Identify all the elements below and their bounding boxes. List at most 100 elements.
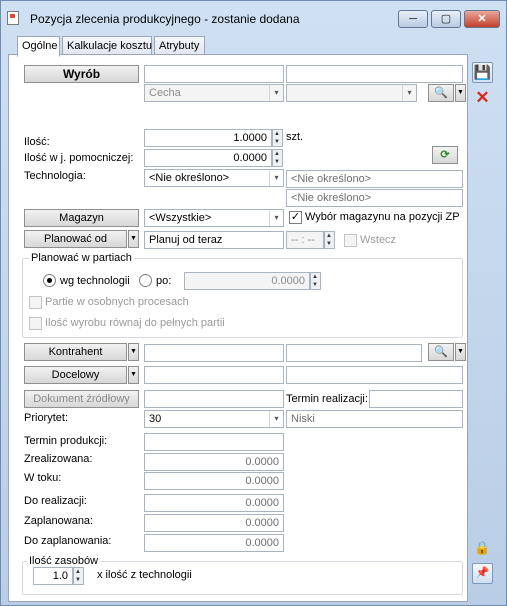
magazyn-button[interactable]: Magazyn (24, 209, 139, 227)
wybor-magazynu-checkbox[interactable]: ✓ (289, 211, 302, 224)
window-title: Pozycja zlecenia produkcyjnego - zostani… (30, 12, 300, 26)
zrealizowana-value: 0.0000 (144, 453, 284, 471)
save-button[interactable]: 💾 (472, 62, 493, 83)
partie-procesy-checkbox[interactable] (29, 296, 42, 309)
ilosc-spinner[interactable] (272, 129, 283, 147)
technologia-info-1: <Nie określono> (286, 170, 463, 188)
kontrahent-code-input[interactable] (144, 344, 284, 362)
pin-icon: 📌 (475, 567, 490, 579)
po-label: po: (156, 275, 172, 287)
wstecz-checkbox[interactable] (344, 234, 357, 247)
wyrob-name-input[interactable] (286, 65, 463, 83)
do-zaplanowania-value: 0.0000 (144, 534, 284, 552)
ilosc-input[interactable]: 1.0000 (144, 129, 272, 147)
kontrahent-button[interactable]: Kontrahent (24, 343, 127, 361)
w-toku-label: W toku: (24, 472, 62, 484)
chevron-down-icon: ▾ (269, 210, 283, 226)
chevron-down-icon: ▾ (269, 85, 283, 101)
lock-button[interactable]: 🔒 (472, 537, 493, 558)
po-input[interactable]: 0.0000 (184, 272, 310, 290)
wyrob-button[interactable]: Wyrób (24, 65, 139, 83)
wyrob-code-input[interactable] (144, 65, 284, 83)
time-spinner[interactable] (324, 231, 335, 249)
ilosc-zasobow-suffix: x ilość z technologii (97, 569, 192, 581)
priorytet-description: Niski (286, 410, 463, 428)
zaplanowana-label: Zaplanowana: (24, 515, 94, 527)
wg-technologii-label: wg technologii (60, 275, 130, 287)
save-icon: 💾 (473, 64, 492, 80)
magnifier-icon: 🔍 (434, 87, 448, 99)
termin-realizacji-input[interactable] (369, 390, 463, 408)
magazyn-select[interactable]: <Wszystkie> ▾ (144, 209, 284, 227)
priorytet-value: 30 (149, 413, 162, 425)
kontrahent-search-button[interactable]: 🔍 (428, 343, 454, 361)
ilosc-zasobow-spinner[interactable] (73, 567, 84, 585)
ilosc-pomocnicza-spinner[interactable] (272, 149, 283, 167)
planowac-od-dropdown[interactable]: ▼ (128, 230, 139, 248)
cecha-search-button[interactable]: 🔍 (428, 84, 454, 102)
planowac-w-partiach-title: Planować w partiach (29, 252, 134, 264)
kontrahent-dropdown[interactable]: ▼ (128, 343, 139, 361)
do-zaplanowania-label: Do zaplanowania: (24, 535, 112, 547)
ilosc-rowna-checkbox[interactable] (29, 317, 42, 330)
pin-button[interactable]: 📌 (472, 563, 493, 584)
do-realizacji-label: Do realizacji: (24, 495, 87, 507)
chevron-down-icon: ▾ (402, 85, 416, 101)
maximize-button[interactable]: ▢ (431, 10, 461, 28)
tab-atrybuty[interactable]: Atrybuty (154, 36, 205, 56)
ilosc-rowna-label: Ilość wyrobu równaj do pełnych partii (45, 317, 225, 329)
docelowy-button[interactable]: Docelowy (24, 366, 127, 384)
technologia-select[interactable]: <Nie określono> ▾ (144, 169, 284, 187)
do-realizacji-value: 0.0000 (144, 494, 284, 512)
partie-procesy-label: Partie w osobnych procesach (45, 296, 189, 308)
wg-technologii-radio[interactable] (43, 274, 56, 287)
cecha-value-select[interactable]: ▾ (286, 84, 417, 102)
cecha-select[interactable]: Cecha ▾ (144, 84, 284, 102)
technologia-label: Technologia: (24, 170, 86, 182)
kontrahent-search-dropdown[interactable]: ▼ (455, 343, 466, 361)
tab-kalkulacje-kosztu[interactable]: Kalkulacje kosztu (62, 36, 152, 56)
chevron-down-icon: ▾ (269, 170, 283, 186)
time-input[interactable]: -- : -- (286, 231, 324, 249)
ilosc-zasobow-title: Ilość zasobów (27, 555, 101, 567)
termin-produkcji-label: Termin produkcji: (24, 435, 108, 447)
ilosc-zasobow-input[interactable]: 1.0 (33, 567, 73, 585)
docelowy-dropdown[interactable]: ▼ (128, 366, 139, 384)
minimize-button[interactable]: ─ (398, 10, 428, 28)
ilosc-unit: szt. (286, 131, 304, 143)
close-button[interactable]: ✕ (464, 10, 500, 28)
ilosc-label: Ilość: (24, 136, 50, 148)
cecha-dropdown-button[interactable]: ▼ (455, 84, 466, 102)
tab-ogolne[interactable]: Ogólne (17, 36, 60, 57)
chevron-down-icon: ▾ (269, 411, 283, 427)
w-toku-value: 0.0000 (144, 472, 284, 490)
priorytet-select[interactable]: 30 ▾ (144, 410, 284, 428)
delete-button[interactable]: ✕ (472, 87, 493, 108)
priorytet-label: Priorytet: (24, 412, 69, 424)
cecha-placeholder: Cecha (149, 87, 181, 99)
recalculate-button[interactable]: ⟳ (432, 146, 458, 164)
planowac-od-button[interactable]: Planować od (24, 230, 127, 248)
termin-produkcji-input (144, 433, 284, 451)
magazyn-value: <Wszystkie> (149, 212, 212, 224)
zaplanowana-value: 0.0000 (144, 514, 284, 532)
dokument-zrodlowy-button[interactable]: Dokument źródłowy (24, 390, 139, 408)
docelowy-name-input[interactable] (286, 366, 463, 384)
document-icon (7, 11, 19, 25)
ilosc-pomocnicza-label: Ilość w j. pomocniczej: (24, 152, 134, 164)
po-spinner[interactable] (310, 272, 321, 290)
kontrahent-name-input[interactable] (286, 344, 422, 362)
technologia-value: <Nie określono> (149, 172, 230, 184)
technologia-info-2: <Nie określono> (286, 189, 463, 207)
planowac-od-input[interactable]: Planuj od teraz (144, 231, 284, 249)
lock-icon: 🔒 (474, 540, 491, 555)
magnifier-icon: 🔍 (434, 346, 448, 358)
termin-realizacji-label: Termin realizacji: (286, 393, 368, 405)
wstecz-label: Wstecz (360, 234, 397, 246)
title-bar: Pozycja zlecenia produkcyjnego - zostani… (0, 0, 507, 30)
wybor-magazynu-label: Wybór magazynu na pozycji ZP (305, 211, 460, 223)
po-radio[interactable] (139, 274, 152, 287)
ilosc-pomocnicza-input[interactable]: 0.0000 (144, 149, 272, 167)
docelowy-code-input[interactable] (144, 366, 284, 384)
refresh-icon: ⟳ (440, 149, 450, 161)
